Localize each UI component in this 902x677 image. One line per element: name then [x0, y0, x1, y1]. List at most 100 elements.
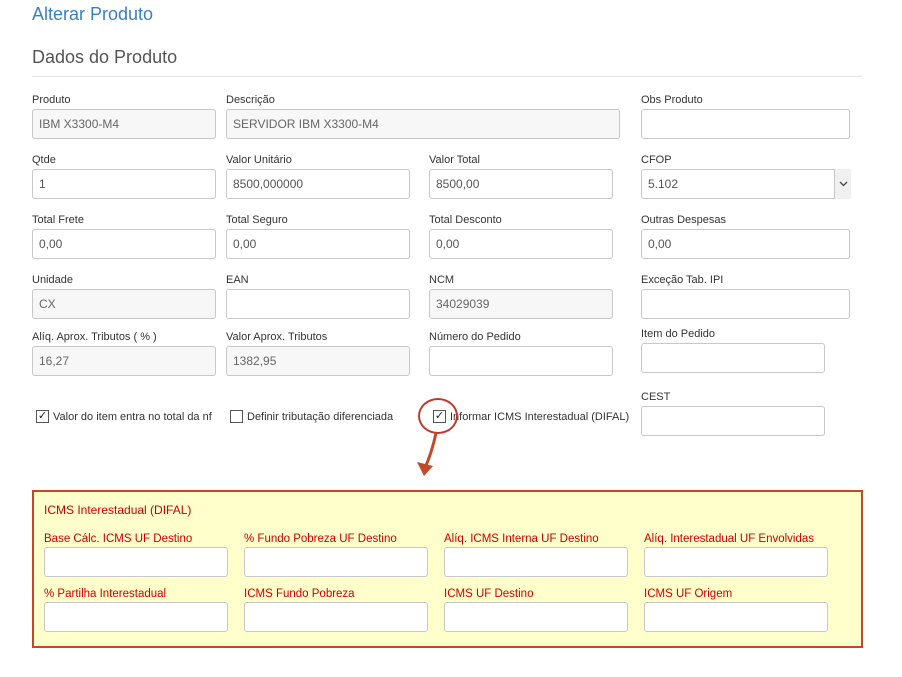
valor-unitario-label: Valor Unitário — [226, 154, 292, 166]
valor-aprox-input[interactable] — [226, 346, 410, 376]
ncm-input[interactable] — [429, 289, 613, 319]
total-seguro-field: Total Seguro — [226, 214, 410, 259]
item-pedido-input[interactable] — [641, 343, 825, 373]
checkbox-valor-total-nf-label: Valor do item entra no total da nf — [53, 410, 212, 423]
unidade-field: Unidade — [32, 274, 216, 319]
checkbox-icms-difal[interactable]: ✓ Informar ICMS Interestadual (DIFAL) — [433, 410, 629, 423]
fundo-pobreza-field: ICMS Fundo Pobreza — [244, 588, 428, 632]
section-title: Dados do Produto — [32, 47, 178, 67]
valor-aprox-label: Valor Aprox. Tributos — [226, 331, 328, 343]
checkbox-valor-total-nf[interactable]: ✓ Valor do item entra no total da nf — [36, 410, 212, 423]
uf-origem-input[interactable] — [644, 602, 828, 632]
cfop-field: CFOP 5.102 — [641, 154, 851, 199]
uf-origem-field: ICMS UF Origem — [644, 588, 828, 632]
checkbox-tributacao-diferenciada-label: Definir tributação diferenciada — [247, 410, 394, 423]
excecao-ipi-input[interactable] — [641, 289, 850, 319]
outras-despesas-input[interactable] — [641, 229, 850, 259]
checkmark-icon[interactable]: ✓ — [36, 410, 49, 423]
fundo-pobreza-pct-label: % Fundo Pobreza UF Destino — [244, 533, 397, 545]
unidade-label: Unidade — [32, 274, 73, 286]
item-pedido-field: Item do Pedido — [641, 328, 825, 373]
valor-unitario-input[interactable] — [226, 169, 410, 199]
valor-total-input[interactable] — [429, 169, 613, 199]
uf-destino-input[interactable] — [444, 602, 628, 632]
section-divider — [32, 76, 862, 77]
excecao-ipi-field: Exceção Tab. IPI — [641, 274, 850, 319]
cfop-label: CFOP — [641, 154, 672, 166]
total-seguro-label: Total Seguro — [226, 214, 288, 226]
uf-destino-label: ICMS UF Destino — [444, 588, 534, 600]
total-desconto-field: Total Desconto — [429, 214, 613, 259]
item-pedido-label: Item do Pedido — [641, 328, 715, 340]
aliq-interna-field: Alíq. ICMS Interna UF Destino — [444, 533, 628, 577]
valor-unitario-field: Valor Unitário — [226, 154, 410, 199]
numero-pedido-field: Número do Pedido — [429, 331, 613, 376]
produto-field: Produto — [32, 94, 216, 139]
ean-label: EAN — [226, 274, 249, 286]
outras-despesas-label: Outras Despesas — [641, 214, 726, 226]
annotation-arrow-icon — [417, 432, 438, 476]
ean-input[interactable] — [226, 289, 410, 319]
base-calc-input[interactable] — [44, 547, 228, 577]
total-frete-label: Total Frete — [32, 214, 84, 226]
obs-produto-field: Obs Produto — [641, 94, 850, 139]
chevron-down-icon[interactable] — [834, 169, 851, 199]
produto-label: Produto — [32, 94, 71, 106]
partilha-label: % Partilha Interestadual — [44, 588, 167, 600]
outras-despesas-field: Outras Despesas — [641, 214, 850, 259]
aliq-interna-label: Alíq. ICMS Interna UF Destino — [444, 533, 599, 545]
aliq-aprox-input[interactable] — [32, 346, 216, 376]
uf-destino-field: ICMS UF Destino — [444, 588, 628, 632]
total-frete-field: Total Frete — [32, 214, 216, 259]
difal-panel: ICMS Interestadual (DIFAL) Base Cálc. IC… — [32, 490, 863, 648]
qtde-input[interactable] — [32, 169, 216, 199]
partilha-field: % Partilha Interestadual — [44, 588, 228, 632]
cfop-select[interactable]: 5.102 — [641, 169, 851, 199]
checkbox-tributacao-diferenciada[interactable]: Definir tributação diferenciada — [230, 410, 393, 423]
partilha-input[interactable] — [44, 602, 228, 632]
fundo-pobreza-input[interactable] — [244, 602, 428, 632]
base-calc-field: Base Cálc. ICMS UF Destino — [44, 533, 228, 577]
total-frete-input[interactable] — [32, 229, 216, 259]
page-title: Alterar Produto — [32, 4, 154, 24]
valor-total-label: Valor Total — [429, 154, 480, 166]
obs-produto-input[interactable] — [641, 109, 850, 139]
checkbox-empty-icon[interactable] — [230, 410, 243, 423]
valor-aprox-field: Valor Aprox. Tributos — [226, 331, 410, 376]
excecao-ipi-label: Exceção Tab. IPI — [641, 274, 724, 286]
annotation-circle — [418, 398, 458, 434]
numero-pedido-label: Número do Pedido — [429, 331, 521, 343]
fundo-pobreza-label: ICMS Fundo Pobreza — [244, 588, 355, 600]
descricao-label: Descrição — [226, 94, 275, 106]
unidade-input[interactable] — [32, 289, 216, 319]
valor-total-field: Valor Total — [429, 154, 613, 199]
aliq-interestadual-field: Alíq. Interestadual UF Envolvidas — [644, 533, 828, 577]
ean-field: EAN — [226, 274, 410, 319]
qtde-field: Qtde — [32, 154, 216, 199]
cest-input[interactable] — [641, 406, 825, 436]
base-calc-label: Base Cálc. ICMS UF Destino — [44, 533, 193, 545]
fundo-pobreza-pct-field: % Fundo Pobreza UF Destino — [244, 533, 428, 577]
aliq-interna-input[interactable] — [444, 547, 628, 577]
fundo-pobreza-pct-input[interactable] — [244, 547, 428, 577]
descricao-field: Descrição — [226, 94, 620, 139]
difal-title: ICMS Interestadual (DIFAL) — [44, 503, 192, 517]
cest-field: CEST — [641, 391, 825, 436]
aliq-aprox-field: Alíq. Aprox. Tributos ( % ) — [32, 331, 216, 376]
total-seguro-input[interactable] — [226, 229, 410, 259]
aliq-interestadual-input[interactable] — [644, 547, 828, 577]
uf-origem-label: ICMS UF Origem — [644, 588, 733, 600]
total-desconto-label: Total Desconto — [429, 214, 502, 226]
produto-input[interactable] — [32, 109, 216, 139]
total-desconto-input[interactable] — [429, 229, 613, 259]
obs-produto-label: Obs Produto — [641, 94, 703, 106]
ncm-label: NCM — [429, 274, 455, 286]
ncm-field: NCM — [429, 274, 613, 319]
aliq-interestadual-label: Alíq. Interestadual UF Envolvidas — [644, 533, 815, 545]
cfop-value: 5.102 — [641, 169, 851, 199]
descricao-input[interactable] — [226, 109, 620, 139]
numero-pedido-input[interactable] — [429, 346, 613, 376]
aliq-aprox-label: Alíq. Aprox. Tributos ( % ) — [32, 331, 157, 343]
cest-label: CEST — [641, 391, 671, 403]
qtde-label: Qtde — [32, 154, 56, 166]
